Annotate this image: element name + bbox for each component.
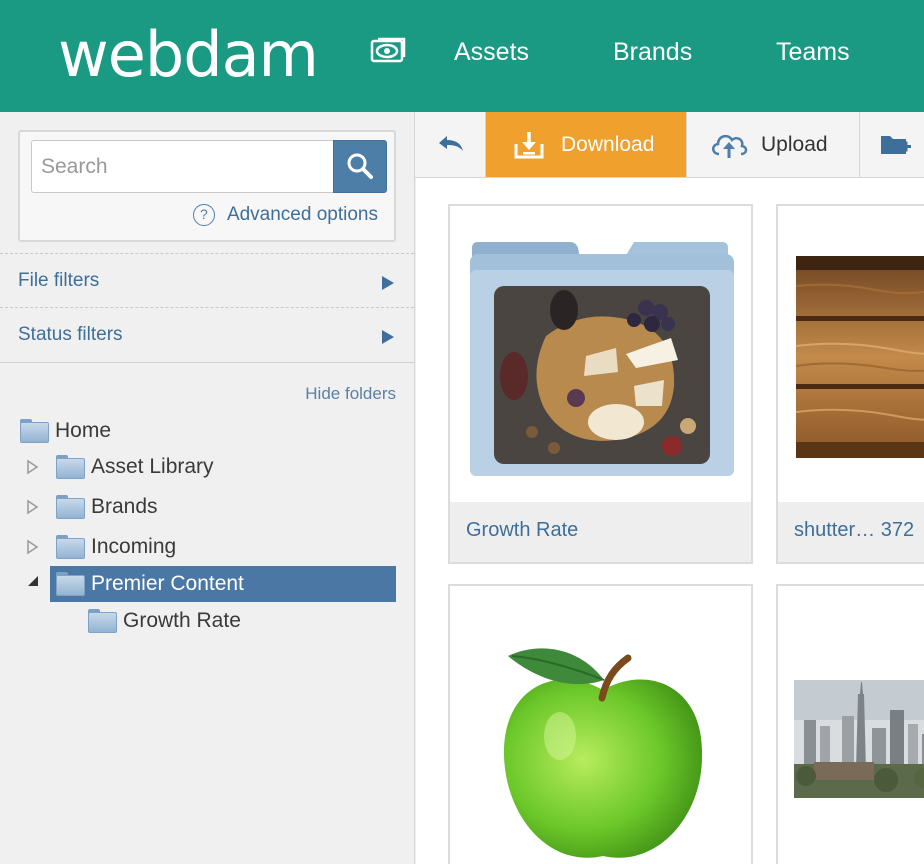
expand-triangle-icon[interactable] xyxy=(26,499,40,515)
nav-brands[interactable]: Brands xyxy=(613,38,692,67)
expand-triangle-icon[interactable] xyxy=(26,459,40,475)
eye-icon[interactable] xyxy=(370,36,406,64)
status-filters-label: Status filters xyxy=(18,324,123,345)
folder-icon xyxy=(56,495,85,519)
asset-card-growth-rate[interactable]: Growth Rate xyxy=(448,204,753,564)
search-icon xyxy=(347,153,373,179)
advanced-options-label: Advanced options xyxy=(226,204,378,225)
asset-card-city[interactable] xyxy=(776,584,924,864)
tree-item-label: Incoming xyxy=(91,535,177,558)
tree-item-growth-rate[interactable]: Growth Rate xyxy=(88,604,241,638)
wood-planks-thumbnail xyxy=(796,256,924,458)
folder-icon xyxy=(20,419,49,443)
collapse-triangle-icon[interactable] xyxy=(26,574,40,588)
file-filters-row[interactable]: File filters xyxy=(0,253,414,307)
folder-icon xyxy=(56,535,85,559)
expand-arrow-icon xyxy=(382,330,394,344)
search-button[interactable] xyxy=(333,140,387,193)
file-filters-label: File filters xyxy=(18,270,100,291)
tree-item-asset-library[interactable]: Asset Library xyxy=(26,450,214,484)
help-icon: ? xyxy=(192,204,215,226)
tree-item-label: Brands xyxy=(91,495,158,518)
folder-icon xyxy=(56,455,85,479)
tree-item-label: Premier Content xyxy=(91,572,244,595)
asset-card-apple[interactable] xyxy=(448,584,753,864)
card-caption-text[interactable]: Growth Rate xyxy=(466,519,578,542)
back-arrow-icon xyxy=(439,135,463,151)
tree-item-home[interactable]: Home xyxy=(20,414,111,448)
webdam-logo[interactable]: webdam xyxy=(58,24,319,86)
back-button[interactable] xyxy=(415,112,486,177)
advanced-options-link[interactable]: ? Advanced options xyxy=(192,204,378,226)
nav-teams[interactable]: Teams xyxy=(776,38,850,67)
city-skyline-thumbnail xyxy=(794,680,924,798)
cloud-upload-icon xyxy=(712,134,748,158)
card-caption-text[interactable]: shutter… 372 xyxy=(794,519,914,542)
tree-item-premier-content[interactable]: Premier Content xyxy=(50,566,396,602)
download-icon xyxy=(514,131,544,158)
tree-item-label: Home xyxy=(55,419,112,442)
tree-item-label: Asset Library xyxy=(91,455,214,478)
search-panel: ? Advanced options xyxy=(18,130,396,242)
toolbar: Download Upload xyxy=(415,112,924,178)
card-caption: Growth Rate xyxy=(450,502,751,562)
expand-arrow-icon xyxy=(382,276,394,290)
expand-triangle-icon[interactable] xyxy=(26,539,40,555)
sidebar: ? Advanced options File filters Status f… xyxy=(0,112,415,864)
top-header: webdam Assets Brands Teams xyxy=(0,0,924,112)
hide-folders-link[interactable]: Hide folders xyxy=(305,384,396,404)
search-input[interactable] xyxy=(31,140,333,193)
status-filters-row[interactable]: Status filters xyxy=(0,307,414,361)
folder-icon xyxy=(88,609,117,633)
new-folder-button[interactable] xyxy=(860,112,924,177)
asset-card-shutterstock[interactable]: shutter… 372 xyxy=(776,204,924,564)
folder-thumbnail-icon xyxy=(470,242,734,476)
tree-item-incoming[interactable]: Incoming xyxy=(26,530,176,564)
upload-label: Upload xyxy=(761,132,828,156)
nav-assets[interactable]: Assets xyxy=(454,38,529,67)
card-caption: shutter… 372 xyxy=(778,502,924,562)
tree-item-label: Growth Rate xyxy=(123,609,241,632)
divider xyxy=(0,362,414,363)
green-apple-thumbnail xyxy=(503,648,703,858)
upload-button[interactable]: Upload xyxy=(687,112,860,177)
tree-item-brands[interactable]: Brands xyxy=(26,490,158,524)
download-button[interactable]: Download xyxy=(486,112,687,177)
new-folder-icon xyxy=(881,135,911,154)
asset-grid: Growth Rate shutter… 372 xyxy=(416,178,924,864)
download-label: Download xyxy=(561,132,655,156)
folder-icon xyxy=(56,572,85,596)
